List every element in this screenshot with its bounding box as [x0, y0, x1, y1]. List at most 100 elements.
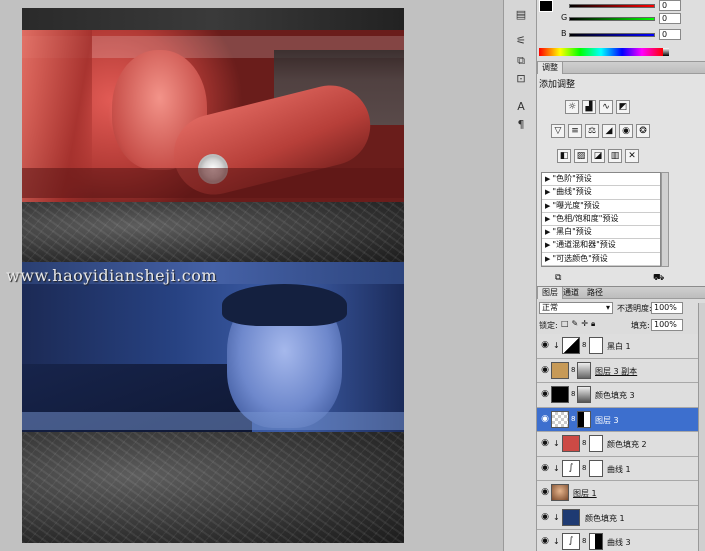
eye-icon[interactable]: ◉: [539, 463, 551, 473]
layer-row[interactable]: ◉ 图层 1: [537, 481, 705, 506]
layer-row[interactable]: ◉ ↓ ∫ 8 曲线 1: [537, 456, 705, 481]
preset-levels[interactable]: ▶ "色阶"预设: [542, 173, 660, 187]
red-slider[interactable]: 0: [561, 0, 699, 12]
layer-thumbnail[interactable]: [551, 410, 569, 428]
photo-filter-icon[interactable]: ◉: [619, 124, 633, 138]
layer-mask-thumbnail[interactable]: [589, 459, 603, 477]
preset-hue-saturation[interactable]: ▶ "色相/饱和度"预设: [542, 213, 660, 227]
fill-thumbnail[interactable]: [562, 508, 580, 526]
layer-row[interactable]: ◉ ↓ 颜色填充 1: [537, 505, 705, 530]
layer-name[interactable]: 颜色填充 3: [595, 390, 635, 401]
foreground-swatch[interactable]: [539, 0, 553, 12]
layer-row[interactable]: ◉ ↓ 8 颜色填充 2: [537, 432, 705, 457]
layer-name[interactable]: 颜色填充 2: [607, 439, 647, 450]
color-panel-icon[interactable]: ▤: [513, 8, 529, 22]
levels-icon[interactable]: ▟: [582, 100, 596, 114]
hue-saturation-icon[interactable]: ≡: [568, 124, 582, 138]
blue-slider[interactable]: B 0: [561, 29, 699, 41]
layer-mask-thumbnail[interactable]: [589, 337, 603, 354]
preset-exposure[interactable]: ▶ "曝光度"预设: [542, 200, 660, 213]
layers-scrollbar[interactable]: [698, 303, 705, 551]
color-balance-icon[interactable]: ⚖: [585, 124, 599, 138]
fill-thumbnail[interactable]: [562, 435, 580, 452]
tab-channels[interactable]: 通道: [559, 287, 583, 299]
eye-icon[interactable]: ◉: [539, 389, 551, 399]
layer-mask-thumbnail[interactable]: [577, 361, 591, 379]
expand-arrow-icon[interactable]: ▶: [545, 241, 550, 249]
preset-channel-mixer[interactable]: ▶ "通道混和器"预设: [542, 239, 660, 253]
eye-icon[interactable]: ◉: [539, 365, 551, 375]
preset-black-white[interactable]: ▶ "黑白"预设: [542, 226, 660, 240]
link-icon[interactable]: 8: [582, 439, 586, 447]
posterize-icon[interactable]: ▨: [574, 149, 588, 163]
character-icon[interactable]: A: [513, 100, 529, 114]
green-track[interactable]: [569, 17, 655, 21]
link-icon[interactable]: 8: [582, 341, 586, 349]
brightness-icon[interactable]: ☼: [565, 100, 579, 114]
paragraph-icon[interactable]: ¶: [513, 118, 529, 132]
layer-row[interactable]: ◉ ↓ ∫ 8 曲线 3: [537, 530, 705, 551]
layer-name[interactable]: 图层 1: [573, 488, 597, 499]
blue-track[interactable]: [569, 33, 655, 37]
layer-name[interactable]: 颜色填充 1: [585, 513, 625, 524]
expand-arrow-icon[interactable]: ▶: [545, 215, 550, 223]
panel-options-icon[interactable]: ⛟: [653, 273, 664, 284]
layer-mask-thumbnail[interactable]: [577, 386, 591, 403]
black-white-ramp[interactable]: [663, 48, 669, 56]
layer-thumbnail[interactable]: [551, 484, 569, 501]
curves-icon[interactable]: ∿: [599, 100, 613, 114]
vibrance-icon[interactable]: ▽: [551, 124, 565, 138]
sliders-icon[interactable]: ⚟: [513, 34, 529, 48]
tab-adjustments[interactable]: 调整: [537, 62, 563, 74]
opacity-field[interactable]: 100%: [651, 302, 683, 314]
clip-layers-icon[interactable]: ⧉: [555, 273, 561, 283]
layer-row[interactable]: ◉ 8 图层 3 副本: [537, 358, 705, 383]
eye-icon[interactable]: ◉: [539, 340, 551, 350]
preset-scrollbar[interactable]: [661, 172, 669, 267]
fill-thumbnail[interactable]: [551, 386, 569, 403]
layer-name[interactable]: 曲线 1: [607, 464, 631, 475]
layer-mask-thumbnail[interactable]: [589, 435, 603, 452]
layer-mask-thumbnail[interactable]: [577, 410, 591, 428]
eye-icon[interactable]: ◉: [539, 536, 551, 546]
green-slider[interactable]: G 0: [561, 13, 699, 25]
layer-name[interactable]: 图层 3: [595, 415, 619, 426]
adjustment-thumbnail[interactable]: [562, 337, 580, 354]
layer-name[interactable]: 黑白 1: [607, 341, 631, 352]
expand-arrow-icon[interactable]: ▶: [545, 188, 550, 196]
tab-paths[interactable]: 路径: [583, 287, 607, 299]
link-icon[interactable]: 8: [571, 366, 575, 374]
gradient-map-icon[interactable]: ▥: [608, 149, 622, 163]
link-icon[interactable]: 8: [571, 390, 575, 398]
fill-field[interactable]: 100%: [651, 319, 683, 331]
link-icon[interactable]: 8: [582, 537, 586, 545]
layer-thumbnail[interactable]: [551, 361, 569, 379]
curves-thumbnail[interactable]: ∫: [562, 459, 580, 477]
layer-name[interactable]: 图层 3 副本: [595, 366, 637, 377]
red-track[interactable]: [569, 4, 655, 8]
clone-source-icon[interactable]: ⧉: [513, 54, 529, 68]
exposure-icon[interactable]: ◩: [616, 100, 630, 114]
layer-mask-thumbnail[interactable]: [589, 533, 603, 550]
link-icon[interactable]: 8: [582, 464, 586, 472]
expand-arrow-icon[interactable]: ▶: [545, 228, 550, 236]
eye-icon[interactable]: ◉: [539, 512, 551, 522]
color-spectrum[interactable]: [539, 48, 663, 56]
link-icon[interactable]: 8: [571, 415, 575, 423]
blend-mode-select[interactable]: 正常 ▾: [539, 302, 613, 314]
blue-value-field[interactable]: 0: [659, 29, 681, 40]
preset-selective-color[interactable]: ▶ "可选颜色"预设: [542, 253, 660, 266]
channel-mixer-icon[interactable]: ❂: [636, 124, 650, 138]
eye-icon[interactable]: ◉: [539, 414, 551, 424]
lock-icons[interactable]: □✎✛🔒︎: [561, 319, 598, 329]
red-value-field[interactable]: 0: [659, 0, 681, 11]
black-white-icon[interactable]: ◢: [602, 124, 616, 138]
expand-arrow-icon[interactable]: ▶: [545, 255, 550, 263]
threshold-icon[interactable]: ◪: [591, 149, 605, 163]
layer-row[interactable]: ◉ 8 颜色填充 3: [537, 383, 705, 408]
green-value-field[interactable]: 0: [659, 13, 681, 24]
eye-icon[interactable]: ◉: [539, 438, 551, 448]
preset-curves[interactable]: ▶ "曲线"预设: [542, 186, 660, 200]
selective-color-icon[interactable]: ✕: [625, 149, 639, 163]
expand-arrow-icon[interactable]: ▶: [545, 175, 550, 183]
